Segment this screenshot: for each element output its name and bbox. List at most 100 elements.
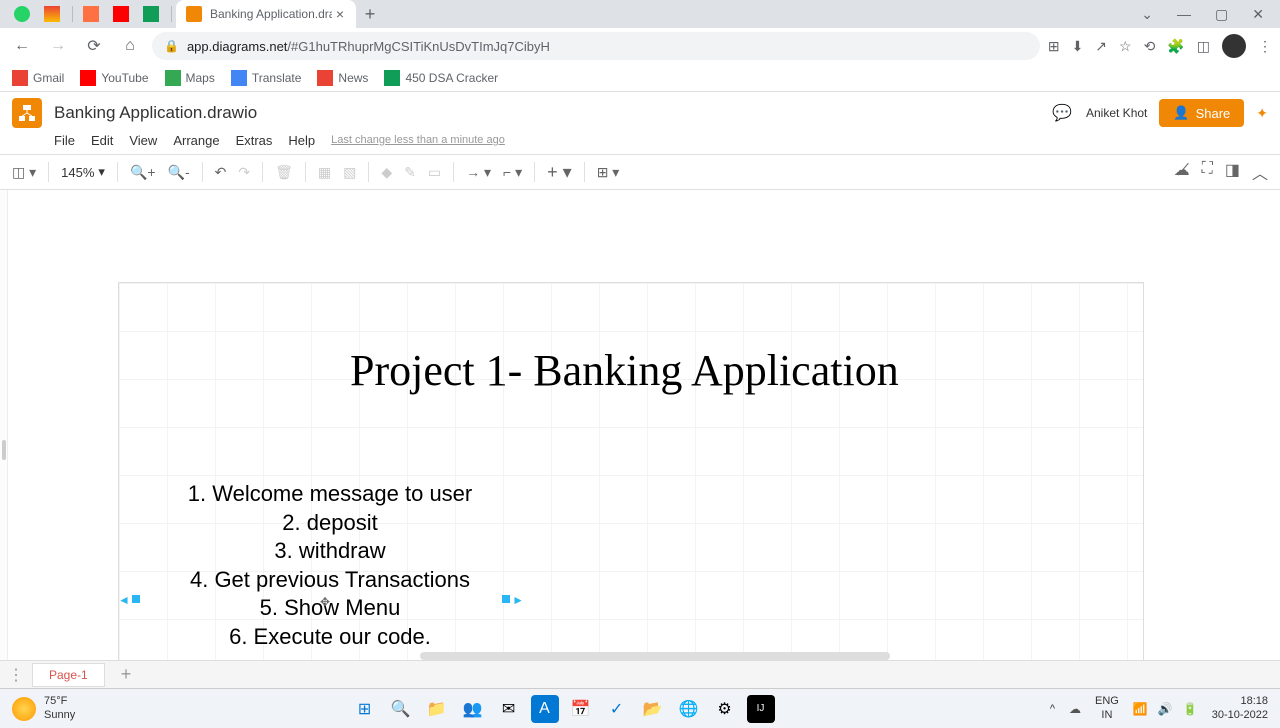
close-tab-button[interactable]: ×: [332, 6, 348, 22]
bookmark-youtube[interactable]: YouTube: [80, 70, 148, 86]
todo-icon[interactable]: ✓: [603, 695, 631, 723]
add-page-button[interactable]: +: [113, 664, 140, 685]
fullscreen-icon[interactable]: ⛶: [1202, 160, 1213, 184]
folder-icon[interactable]: 📂: [639, 695, 667, 723]
zoom-out-button[interactable]: 🔍-: [168, 164, 190, 181]
menu-file[interactable]: File: [54, 133, 75, 148]
outline-collapsed-sidebar[interactable]: [0, 190, 8, 660]
history-icon[interactable]: ⟲: [1144, 38, 1156, 55]
connection-button[interactable]: → ▾: [466, 164, 491, 181]
canvas[interactable]: Project 1- Banking Application 1. Welcom…: [0, 190, 1280, 660]
download-icon[interactable]: ⬇: [1072, 38, 1084, 55]
horizontal-scrollbar[interactable]: [420, 652, 890, 660]
chevron-down-icon[interactable]: ⌄: [1141, 6, 1153, 23]
bookmark-icon[interactable]: ☆: [1119, 38, 1132, 55]
page-tabs-bar: ⋮ Page-1 +: [0, 660, 1280, 688]
forward-button[interactable]: →: [44, 32, 72, 60]
explorer-icon[interactable]: 📁: [423, 695, 451, 723]
pinned-tab-gmail[interactable]: [38, 2, 66, 26]
battery-icon[interactable]: 🔋: [1183, 702, 1198, 716]
shadow-button[interactable]: ▭: [428, 164, 441, 181]
bookmark-gmail[interactable]: Gmail: [12, 70, 64, 86]
resize-handle-left[interactable]: [132, 595, 140, 603]
profile-avatar[interactable]: [1222, 34, 1246, 58]
menu-extras[interactable]: Extras: [236, 133, 273, 148]
cloud-off-icon[interactable]: ☁̸: [1174, 160, 1190, 184]
pinned-tab-generic[interactable]: [77, 2, 105, 26]
fill-color-button[interactable]: ◆: [381, 164, 392, 181]
url-path: /#G1huTRhuprMgCSITiKnUsDvTImJq7CibyH: [287, 39, 549, 54]
volume-icon[interactable]: 🔊: [1158, 702, 1173, 716]
diagram-title-text[interactable]: Project 1- Banking Application: [350, 345, 899, 396]
share-button[interactable]: 👤Share: [1159, 99, 1244, 127]
resize-handle-right[interactable]: [502, 595, 510, 603]
close-window-button[interactable]: ✕: [1252, 6, 1264, 23]
sidebar-toggle[interactable]: ◫ ▾: [12, 164, 36, 181]
sidepanel-icon[interactable]: ◫: [1197, 38, 1210, 55]
start-button[interactable]: ⊞: [351, 695, 379, 723]
back-button[interactable]: ←: [8, 32, 36, 60]
app-icon-2[interactable]: ⚙: [711, 695, 739, 723]
bookmark-maps[interactable]: Maps: [165, 70, 215, 86]
zoom-dropdown[interactable]: 145% ▾: [61, 164, 105, 180]
app-icon-1[interactable]: A: [531, 695, 559, 723]
install-app-icon[interactable]: ⊞: [1048, 38, 1060, 55]
to-back-button[interactable]: ▧: [343, 164, 356, 181]
active-tab[interactable]: Banking Application.drawio - dia ×: [176, 0, 356, 28]
bookmark-translate[interactable]: Translate: [231, 70, 302, 86]
browser-toolbar-icons: ⊞ ⬇ ↗ ☆ ⟲ 🧩 ◫ ⋮: [1048, 34, 1272, 58]
tray-chevron-icon[interactable]: ^: [1050, 703, 1055, 715]
reload-button[interactable]: ⟳: [80, 32, 108, 60]
page-tab-1[interactable]: Page-1: [32, 663, 105, 687]
share-icon[interactable]: ↗: [1095, 38, 1107, 55]
chrome-icon[interactable]: 🌐: [675, 695, 703, 723]
menu-view[interactable]: View: [129, 133, 157, 148]
wifi-icon[interactable]: 📶: [1133, 702, 1148, 716]
minimize-button[interactable]: —: [1177, 6, 1191, 23]
undo-button[interactable]: ↶: [215, 164, 227, 181]
format-panel-icon[interactable]: ◨: [1225, 160, 1240, 184]
clock[interactable]: 18:18 30-10-2022: [1212, 695, 1268, 721]
redo-button[interactable]: ↷: [238, 164, 250, 181]
url-bar[interactable]: 🔒 app.diagrams.net/#G1huTRhuprMgCSITiKnU…: [152, 32, 1040, 60]
new-tab-button[interactable]: +: [356, 0, 384, 28]
calendar-icon[interactable]: 📅: [567, 695, 595, 723]
weather-widget[interactable]: 75°F Sunny: [12, 695, 75, 721]
collapse-icon[interactable]: ︿: [1252, 160, 1268, 184]
arrow-handle-left[interactable]: ◄: [118, 593, 130, 607]
to-front-button[interactable]: ▦: [318, 164, 331, 181]
waypoints-button[interactable]: ⌐ ▾: [503, 164, 522, 181]
page-menu-button[interactable]: ⋮: [8, 665, 24, 685]
extensions-icon[interactable]: 🧩: [1167, 38, 1184, 55]
drawio-logo[interactable]: [12, 98, 42, 128]
taskbar-apps: ⊞ 🔍 📁 👥 ✉ A 📅 ✓ 📂 🌐 ⚙ IJ: [351, 695, 775, 723]
last-change-link[interactable]: Last change less than a minute ago: [331, 134, 505, 146]
bookmark-news[interactable]: News: [317, 70, 368, 86]
pinned-tab-youtube[interactable]: [107, 2, 135, 26]
menu-icon[interactable]: ⋮: [1258, 38, 1272, 55]
diagram-list-text[interactable]: 1. Welcome message to user 2. deposit 3.…: [170, 480, 490, 652]
comments-button[interactable]: 💬: [1050, 101, 1074, 125]
tips-icon[interactable]: ✦: [1256, 105, 1268, 122]
menu-help[interactable]: Help: [288, 133, 315, 148]
insert-button[interactable]: + ▾: [547, 162, 572, 183]
document-title[interactable]: Banking Application.drawio: [54, 103, 1038, 123]
intellij-icon[interactable]: IJ: [747, 695, 775, 723]
teams-icon[interactable]: 👥: [459, 695, 487, 723]
maximize-button[interactable]: ▢: [1215, 6, 1228, 23]
pinned-tab-drive[interactable]: [137, 2, 165, 26]
home-button[interactable]: ⌂: [116, 32, 144, 60]
search-button[interactable]: 🔍: [387, 695, 415, 723]
menu-edit[interactable]: Edit: [91, 133, 113, 148]
bookmark-dsa[interactable]: 450 DSA Cracker: [384, 70, 498, 86]
line-color-button[interactable]: ✎: [404, 164, 416, 181]
menu-arrange[interactable]: Arrange: [173, 133, 219, 148]
arrow-handle-right[interactable]: ►: [512, 593, 524, 607]
zoom-in-button[interactable]: 🔍+: [130, 164, 156, 181]
pinned-tab-whatsapp[interactable]: [8, 2, 36, 26]
mail-icon[interactable]: ✉: [495, 695, 523, 723]
delete-button[interactable]: 🗑: [275, 164, 293, 181]
language-indicator[interactable]: ENG IN: [1095, 695, 1119, 721]
table-button[interactable]: ⊞ ▾: [597, 164, 620, 181]
onedrive-icon[interactable]: ☁: [1069, 702, 1081, 716]
